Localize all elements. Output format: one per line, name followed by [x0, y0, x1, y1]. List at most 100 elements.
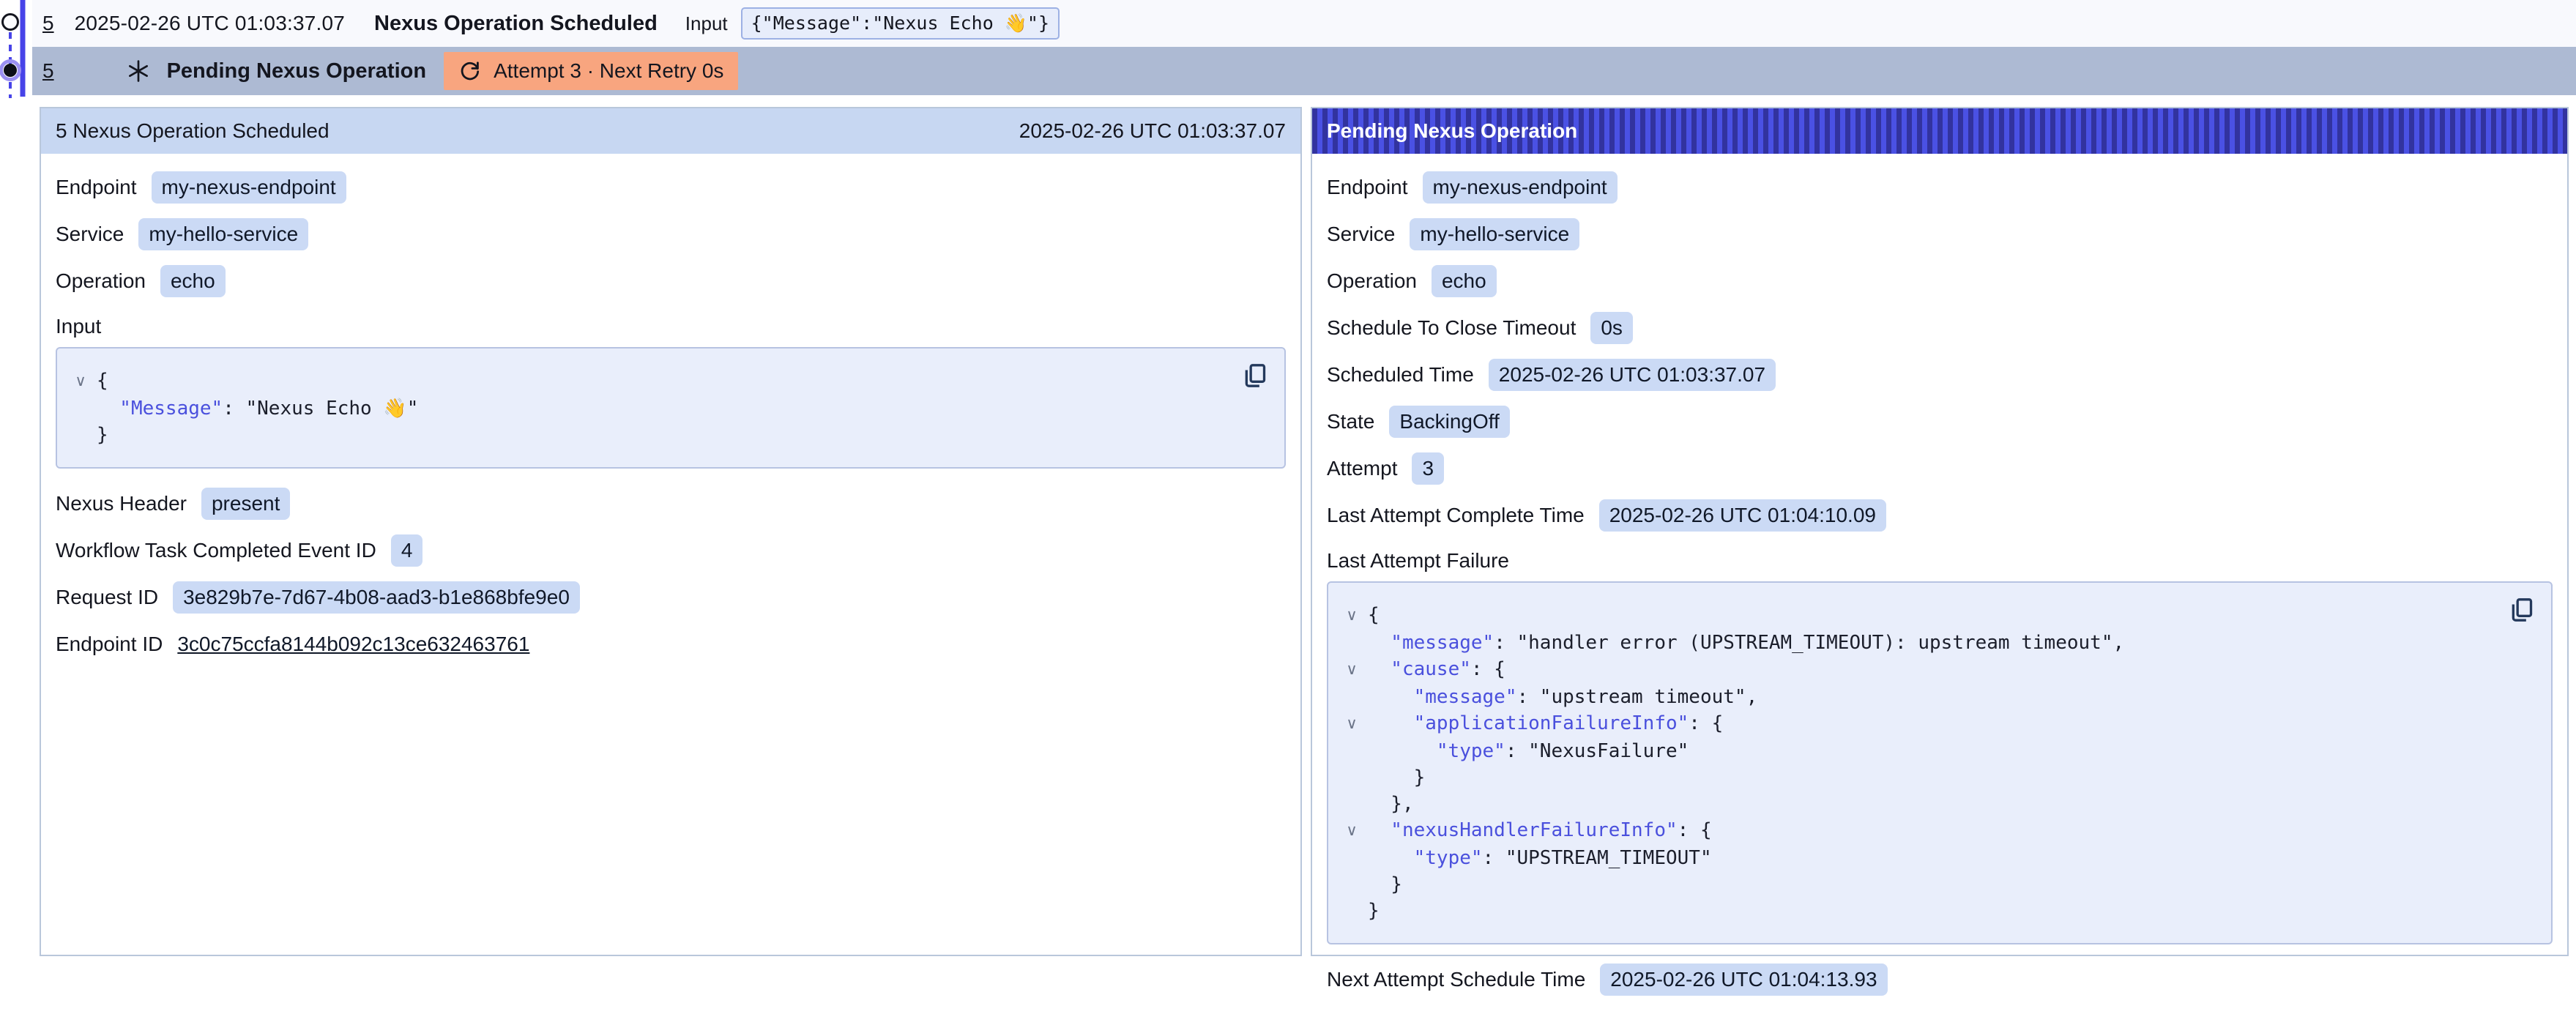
code-text: {: [1368, 602, 1380, 630]
field-value-badge: present: [201, 488, 290, 520]
code-line: "Message": "Nexus Echo 👋": [64, 395, 1233, 422]
event-id-link[interactable]: 5: [42, 12, 54, 35]
field-schedule-to-close-timeout: Schedule To Close Timeout 0s: [1327, 312, 2553, 344]
event-row-pending-nexus-operation[interactable]: 5 Pending Nexus Operation Attempt 3 · Ne…: [32, 47, 2576, 95]
event-history-rows: 5 2025-02-26 UTC 01:03:37.07 Nexus Opera…: [32, 0, 2576, 95]
code-line: }: [1336, 898, 2500, 924]
input-section-label: Input: [56, 315, 1286, 338]
field-value-badge: 2025-02-26 UTC 01:03:37.07: [1489, 359, 1776, 391]
code-line: ∨"cause": {: [1336, 656, 2500, 684]
left-panel-title: 5 Nexus Operation Scheduled: [56, 119, 330, 143]
event-title: Nexus Operation Scheduled: [374, 12, 658, 36]
code-line: ∨{: [64, 368, 1233, 395]
code-text: "cause": {: [1368, 656, 1505, 684]
code-text: "nexusHandlerFailureInfo": {: [1368, 817, 1712, 845]
field-service: Service my-hello-service: [1327, 218, 2553, 250]
code-gutter: [1336, 738, 1368, 764]
field-label: Operation: [1327, 269, 1417, 293]
code-line: }: [64, 422, 1233, 448]
field-value-badge: BackingOff: [1389, 406, 1509, 438]
field-label: Last Attempt Complete Time: [1327, 504, 1585, 527]
right-panel-content: Endpoint my-nexus-endpoint Service my-he…: [1312, 154, 2567, 1025]
code-line: "type": "UPSTREAM_TIMEOUT": [1336, 845, 2500, 871]
field-label: Endpoint: [56, 176, 137, 199]
field-operation: Operation echo: [56, 265, 1286, 297]
code-text: "applicationFailureInfo": {: [1368, 710, 1723, 738]
field-endpoint-id: Endpoint ID 3c0c75ccfa8144b092c13ce63246…: [56, 628, 1286, 660]
retry-icon: [458, 59, 482, 83]
code-line: }: [1336, 764, 2500, 791]
collapse-chevron-icon[interactable]: ∨: [1336, 710, 1368, 738]
field-label: Service: [1327, 223, 1395, 246]
code-gutter: [1336, 764, 1368, 791]
field-value-badge: my-hello-service: [138, 218, 308, 250]
field-label: Endpoint: [1327, 176, 1408, 199]
code-gutter: [1336, 630, 1368, 656]
event-id-link[interactable]: 5: [42, 59, 54, 83]
panel-nexus-operation-scheduled: 5 Nexus Operation Scheduled 2025-02-26 U…: [40, 107, 1302, 956]
field-value-badge: echo: [1432, 265, 1497, 297]
code-text: }: [97, 422, 108, 448]
field-label: Workflow Task Completed Event ID: [56, 539, 376, 562]
field-attempt: Attempt 3: [1327, 452, 2553, 485]
code-line: "type": "NexusFailure": [1336, 738, 2500, 764]
field-label: Schedule To Close Timeout: [1327, 316, 1576, 340]
collapse-chevron-icon[interactable]: ∨: [1336, 602, 1368, 630]
code-line: ∨{: [1336, 602, 2500, 630]
input-code-block: ∨{"Message": "Nexus Echo 👋"}: [56, 347, 1286, 469]
left-panel-content: Endpoint my-nexus-endpoint Service my-he…: [41, 154, 1300, 690]
code-line: ∨"applicationFailureInfo": {: [1336, 710, 2500, 738]
left-panel-header: 5 Nexus Operation Scheduled 2025-02-26 U…: [41, 108, 1300, 154]
code-gutter: [64, 395, 97, 422]
field-value-badge: my-hello-service: [1410, 218, 1579, 250]
field-value-badge: 0s: [1590, 312, 1633, 344]
field-value-badge: 3e829b7e-7d67-4b08-aad3-b1e868bfe9e0: [173, 581, 580, 614]
code-text: {: [97, 368, 108, 395]
field-state: State BackingOff: [1327, 406, 2553, 438]
attempt-retry-text: Attempt 3 · Next Retry 0s: [494, 59, 723, 83]
event-timestamp: 2025-02-26 UTC 01:03:37.07: [75, 12, 345, 35]
field-label: Endpoint ID: [56, 633, 163, 656]
field-value-badge: 2025-02-26 UTC 01:04:13.93: [1600, 963, 1887, 996]
event-title: Pending Nexus Operation: [167, 59, 427, 83]
field-value-badge: my-nexus-endpoint: [1423, 171, 1618, 204]
panel-pending-nexus-operation: Pending Nexus Operation Endpoint my-nexu…: [1311, 107, 2569, 956]
copy-icon: [1240, 361, 1270, 390]
last-attempt-failure-code-block: ∨{"message": "handler error (UPSTREAM_TI…: [1327, 581, 2553, 944]
field-label: Request ID: [56, 586, 158, 609]
field-next-attempt-schedule-time: Next Attempt Schedule Time 2025-02-26 UT…: [1327, 963, 2553, 996]
code-gutter: [1336, 684, 1368, 710]
field-endpoint: Endpoint my-nexus-endpoint: [56, 171, 1286, 204]
event-node-filled-icon: [4, 64, 17, 77]
field-label: State: [1327, 410, 1374, 433]
field-last-attempt-complete-time: Last Attempt Complete Time 2025-02-26 UT…: [1327, 499, 2553, 532]
code-line: "message": "handler error (UPSTREAM_TIME…: [1336, 630, 2500, 656]
field-label: Nexus Header: [56, 492, 187, 515]
code-line: "message": "upstream timeout",: [1336, 684, 2500, 710]
field-request-id: Request ID 3e829b7e-7d67-4b08-aad3-b1e86…: [56, 581, 1286, 614]
code-gutter: [1336, 871, 1368, 898]
field-value-badge: my-nexus-endpoint: [152, 171, 346, 204]
event-row-nexus-operation-scheduled[interactable]: 5 2025-02-26 UTC 01:03:37.07 Nexus Opera…: [32, 0, 2576, 47]
endpoint-id-link[interactable]: 3c0c75ccfa8144b092c13ce632463761: [177, 633, 529, 656]
code-text: "message": "upstream timeout",: [1368, 684, 1757, 710]
right-panel-title: Pending Nexus Operation: [1327, 119, 1577, 143]
pending-asterisk-icon: [126, 59, 151, 83]
left-panel-timestamp: 2025-02-26 UTC 01:03:37.07: [1019, 119, 1286, 143]
code-text: "type": "UPSTREAM_TIMEOUT": [1368, 845, 1712, 871]
copy-button[interactable]: [2506, 594, 2538, 627]
field-endpoint: Endpoint my-nexus-endpoint: [1327, 171, 2553, 204]
collapse-chevron-icon[interactable]: ∨: [1336, 656, 1368, 684]
field-label: Attempt: [1327, 457, 1397, 480]
field-value-badge: echo: [160, 265, 226, 297]
copy-button[interactable]: [1239, 360, 1271, 392]
collapse-chevron-icon[interactable]: ∨: [64, 368, 97, 395]
field-service: Service my-hello-service: [56, 218, 1286, 250]
event-input-payload-badge: {"Message":"Nexus Echo 👋"}: [741, 7, 1060, 40]
collapse-chevron-icon[interactable]: ∨: [1336, 817, 1368, 845]
field-nexus-header: Nexus Header present: [56, 488, 1286, 520]
field-operation: Operation echo: [1327, 265, 2553, 297]
field-label: Operation: [56, 269, 146, 293]
field-label: Next Attempt Schedule Time: [1327, 968, 1585, 991]
code-text: "Message": "Nexus Echo 👋": [97, 395, 418, 422]
